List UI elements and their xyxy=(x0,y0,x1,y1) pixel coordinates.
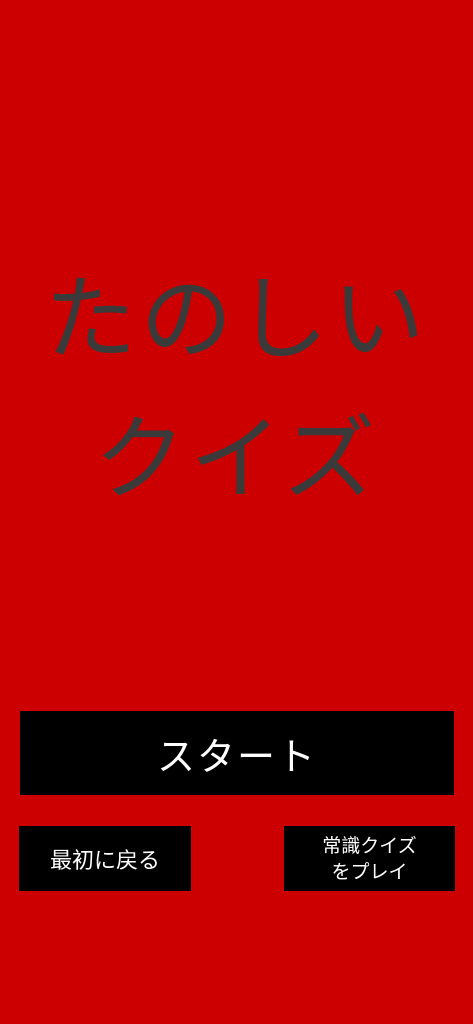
app-title: たのしい クイズ xyxy=(0,250,473,530)
app-title-line-2: クイズ xyxy=(93,406,380,513)
play-common-sense-quiz-label-line-2: をプレイ xyxy=(331,860,408,883)
play-common-sense-quiz-button[interactable]: 常識クイズ をプレイ xyxy=(284,826,455,891)
play-common-sense-quiz-label-line-1: 常識クイズ xyxy=(322,834,417,857)
app-title-line-1: たのしい xyxy=(44,266,429,373)
back-to-start-button[interactable]: 最初に戻る xyxy=(19,826,191,891)
start-button-label: スタート xyxy=(156,734,317,779)
start-button[interactable]: スタート xyxy=(20,711,454,795)
back-to-start-button-label: 最初に戻る xyxy=(49,848,160,874)
